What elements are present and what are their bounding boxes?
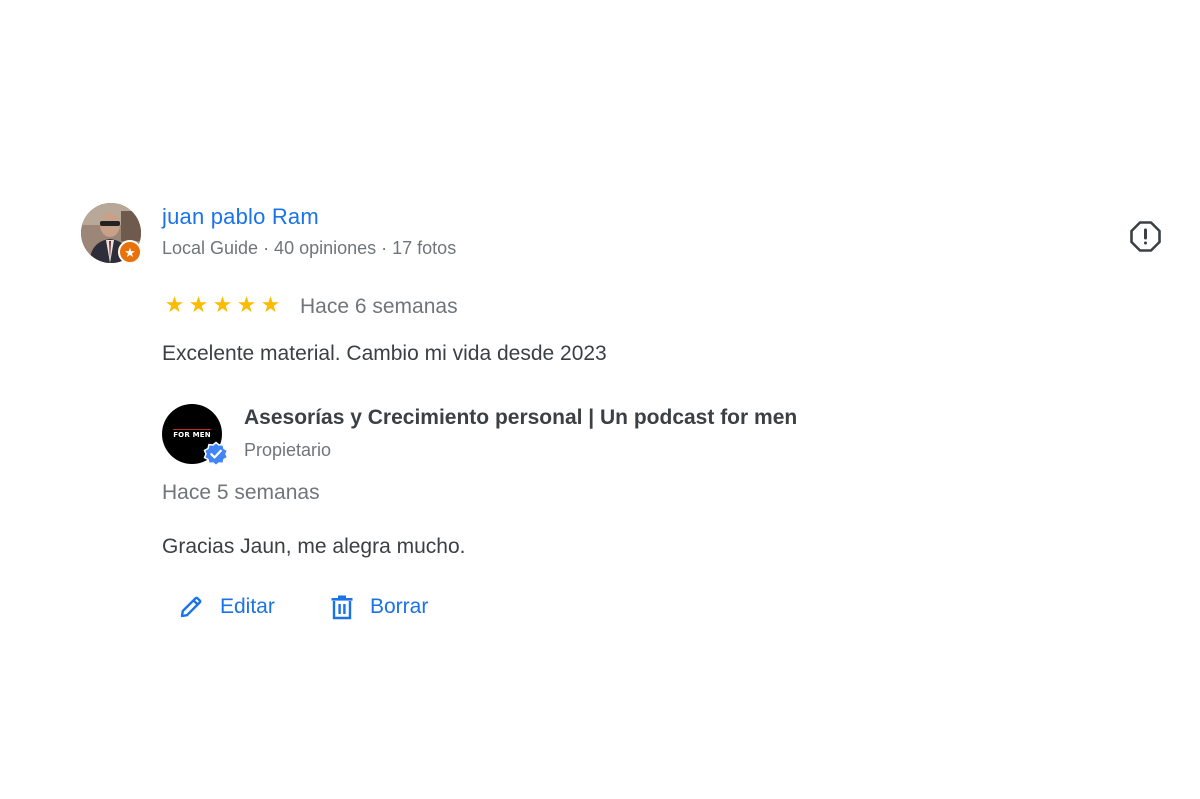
review-date: Hace 6 semanas xyxy=(300,295,458,318)
pencil-icon xyxy=(180,596,202,618)
star-icon: ★ xyxy=(188,292,209,317)
reviewer-name[interactable]: juan pablo Ram xyxy=(162,204,319,230)
trash-icon xyxy=(331,595,353,620)
star-icon: ★ xyxy=(212,292,233,317)
report-icon[interactable] xyxy=(1129,220,1162,253)
owner-logo-mark: FOR MEN xyxy=(173,429,211,439)
edit-button-label: Editar xyxy=(220,595,275,618)
star-icon: ★ xyxy=(236,292,257,317)
review-card: ★ juan pablo Ram Local Guide · 40 opinio… xyxy=(0,0,1200,799)
verified-check-icon xyxy=(203,441,229,467)
star-icon: ★ xyxy=(164,292,185,317)
star-icon: ★ xyxy=(118,240,142,264)
reply-text: Gracias Jaun, me alegra mucho. xyxy=(162,535,466,558)
delete-button-label: Borrar xyxy=(370,595,429,618)
star-rating: ★ ★ ★ ★ ★ xyxy=(163,292,282,318)
reply-date: Hace 5 semanas xyxy=(162,481,320,504)
owner-avatar[interactable]: FOR MEN xyxy=(162,404,229,467)
delete-button[interactable]: Borrar xyxy=(330,592,428,622)
reviewer-meta: Local Guide · 40 opiniones · 17 fotos xyxy=(162,238,457,258)
edit-button[interactable]: Editar xyxy=(178,592,275,622)
star-icon: ★ xyxy=(260,292,281,317)
owner-name: Asesorías y Crecimiento personal | Un po… xyxy=(244,406,798,429)
review-text: Excelente material. Cambio mi vida desde… xyxy=(162,342,607,365)
owner-role: Propietario xyxy=(244,440,332,460)
report-octagon-icon xyxy=(1130,221,1161,252)
reviewer-avatar[interactable]: ★ xyxy=(81,203,142,264)
